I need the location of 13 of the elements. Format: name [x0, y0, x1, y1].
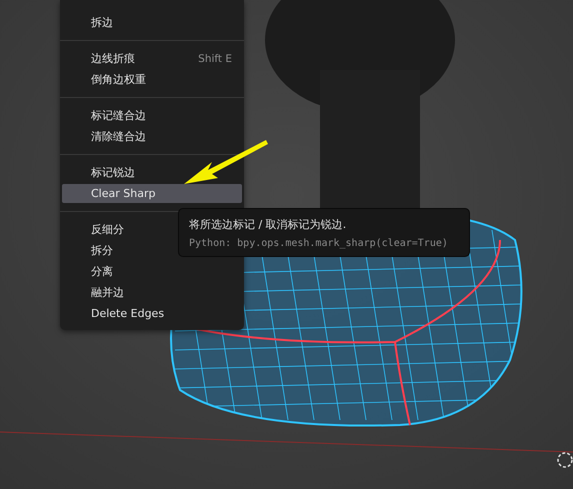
menu-item[interactable]: 倒角边权重	[62, 70, 242, 89]
tooltip-description: 将所选边标记 / 取消标记为锐边.	[189, 217, 348, 232]
menu-item[interactable]: 拆边	[62, 13, 242, 32]
menu-item[interactable]: 清除缝合边	[62, 127, 242, 146]
menu-item[interactable]: 融并边	[62, 283, 242, 302]
python-command: Python: bpy.ops.mesh.mark_sharp(clear=True)	[189, 238, 449, 249]
menu-item[interactable]: 标记锐边	[62, 163, 242, 182]
menu-item[interactable]: Clear Sharp	[62, 184, 242, 203]
menu-item[interactable]: 边线折痕 Shift E	[62, 49, 242, 68]
menu-item[interactable]: 标记缝合边	[62, 106, 242, 125]
menu-item[interactable]: 分离	[62, 262, 242, 281]
shortcut-label: Shift E	[198, 52, 232, 64]
menu-item[interactable]: Delete Edges	[62, 304, 242, 323]
